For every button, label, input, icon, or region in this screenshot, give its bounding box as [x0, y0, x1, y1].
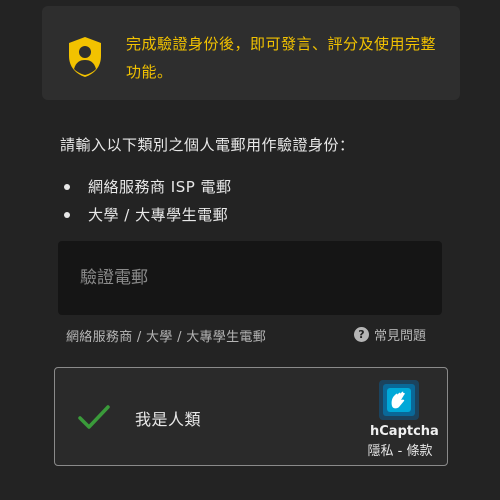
captcha-links: 隱私 - 條款	[355, 440, 445, 459]
email-hint: 網絡服務商 / 大學 / 大專學生電郵	[66, 330, 266, 345]
question-circle-icon: ?	[354, 327, 369, 342]
list-item-label: 大學 / 大專學生電郵	[88, 206, 229, 224]
list-item: 網絡服務商 ISP 電郵	[60, 176, 232, 204]
shield-user-icon	[69, 37, 101, 77]
privacy-link[interactable]: 隱私	[368, 444, 394, 459]
hcaptcha-widget: 我是人類 hCaptcha 隱私 - 條款	[54, 367, 448, 466]
notice-text: 完成驗證身份後，即可發言、評分及使用完整功能。	[126, 35, 437, 81]
bullet-dot	[64, 184, 70, 190]
link-separator: -	[393, 444, 407, 459]
verification-panel: 完成驗證身份後，即可發言、評分及使用完整功能。 請輸入以下類別之個人電郵用作驗證…	[0, 0, 500, 500]
faq-label: 常見問題	[374, 329, 427, 344]
hcaptcha-brand: hCaptcha	[370, 424, 439, 439]
terms-link[interactable]: 條款	[406, 444, 432, 459]
instruction-text: 請輸入以下類別之個人電郵用作驗證身份：	[60, 136, 355, 154]
list-item: 大學 / 大專學生電郵	[60, 204, 232, 232]
faq-link[interactable]: ? 常見問題	[354, 325, 426, 344]
list-item-label: 網絡服務商 ISP 電郵	[88, 178, 232, 196]
email-category-list: 網絡服務商 ISP 電郵 大學 / 大專學生電郵	[60, 176, 232, 232]
hcaptcha-logo-icon	[379, 380, 419, 420]
bullet-dot	[64, 212, 70, 218]
checkmark-icon[interactable]	[77, 402, 111, 432]
verification-notice: 完成驗證身份後，即可發言、評分及使用完整功能。	[42, 6, 460, 100]
verification-email-input[interactable]	[58, 241, 442, 315]
captcha-label: 我是人類	[135, 410, 202, 429]
